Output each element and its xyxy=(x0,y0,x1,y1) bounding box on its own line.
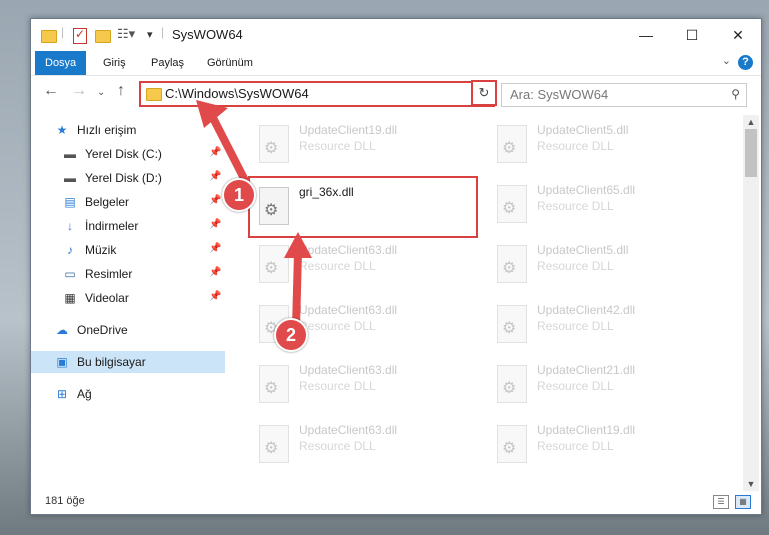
step-marker-1: 1 xyxy=(222,178,256,212)
annotation-arrows xyxy=(196,100,312,332)
step-marker-2: 2 xyxy=(274,318,308,352)
